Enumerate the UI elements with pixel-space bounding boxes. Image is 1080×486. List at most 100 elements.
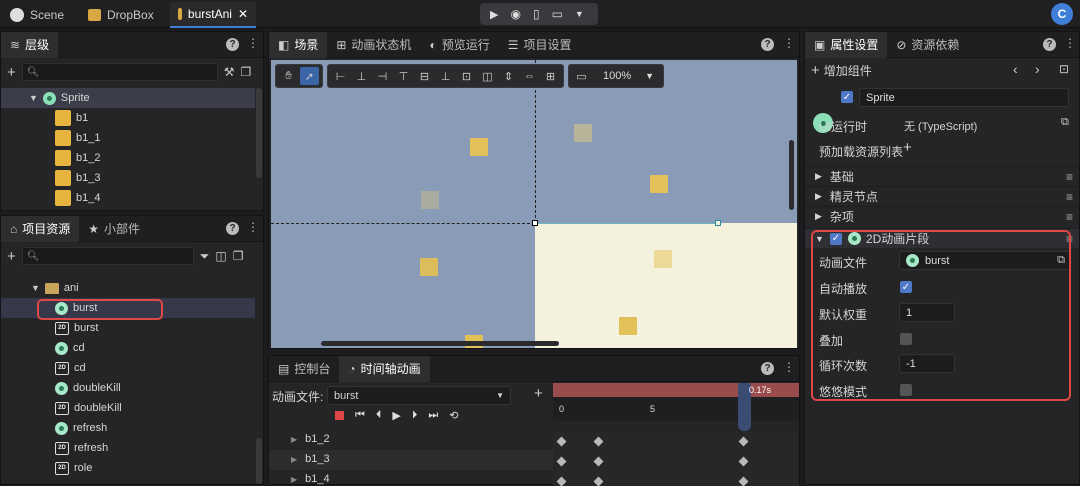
tree-item[interactable]: b1 [1,108,255,128]
asset-item[interactable]: 2D refresh [1,438,255,458]
tab-timeline[interactable]: ◔ 时间轴动画 [339,355,430,382]
section-basic[interactable]: ▶ 基础 ≡ [805,166,1079,186]
add-component-button[interactable]: + 增加组件 [811,62,872,79]
v-scrollbar[interactable] [789,140,794,210]
asset-item[interactable]: cd [1,338,255,358]
tab-scene-view[interactable]: ◧ 场景 [269,31,328,58]
sprite-b1-2[interactable] [650,175,668,193]
sprite-b1-3[interactable] [421,191,439,209]
tab-anim-state-machine[interactable]: ⊞ 动画状态机 [327,32,420,58]
record-icon[interactable] [335,411,344,420]
keyframe[interactable] [593,456,604,467]
asset-item[interactable]: doubleKill [1,378,255,398]
tree-item[interactable]: b1_3 [1,168,255,188]
copy-icon[interactable]: ❐ [241,65,252,79]
resize-handle[interactable] [715,220,721,226]
tree-item-folder-ani[interactable]: ▼ ani [1,278,255,298]
keyframe[interactable] [593,436,604,447]
hand-icon[interactable]: ✋︎ [279,67,298,85]
wrench-icon[interactable]: ⚒ [224,65,235,79]
align-top-icon[interactable]: ⊤ [394,67,413,85]
expand-arrow-icon[interactable]: ▼ [29,93,38,103]
sprite-b1-6[interactable] [619,317,637,335]
expand-arrow-icon[interactable]: ▶ [291,435,297,444]
play-icon[interactable]: ▶ [392,409,400,422]
help-icon[interactable]: ? [226,38,239,51]
chevron-down-icon[interactable]: ▼ [645,71,654,81]
ui-runtime-value[interactable]: 无 (TypeScript) [904,118,977,134]
keyframe[interactable] [556,456,567,467]
distribute-v-icon[interactable]: ⊡ [457,67,476,85]
asset-item[interactable]: 2D doubleKill [1,398,255,418]
back-icon[interactable]: ‹ [1013,61,1018,77]
tree-item[interactable]: b1_4 [1,188,255,208]
close-icon[interactable]: ✕ [238,7,248,21]
asset-item[interactable]: 2D burst [1,318,255,338]
globe-icon[interactable]: ◉ [510,7,520,21]
help-icon[interactable]: ? [761,38,774,51]
keyframe[interactable] [556,436,567,447]
add-icon[interactable]: + [903,139,912,156]
add-icon[interactable]: + [7,248,16,265]
tree-item[interactable]: b1_1 [1,128,255,148]
tab-burstani[interactable]: burstAni ✕ [170,2,256,28]
track-row[interactable]: ▶ b1_2 [291,433,330,445]
prev-frame-icon[interactable]: ⏴ [376,409,382,422]
assets-search-input[interactable]: 🔍︎ [21,247,194,265]
help-icon[interactable]: ? [226,222,239,235]
align-center-h-icon[interactable]: ⊥ [352,67,371,85]
fit-width-icon[interactable]: ⇔ [520,67,539,85]
open-file-icon[interactable]: ⧉ [1061,116,1069,129]
zoom-level[interactable]: 100% [603,70,631,82]
add-icon[interactable]: + [7,64,16,81]
tab-preview[interactable]: ◐ 预览运行 [420,32,498,58]
align-bottom-icon[interactable]: ⊥ [436,67,455,85]
chevron-down-icon[interactable]: ▼ [575,9,584,19]
copy-icon[interactable]: ❐ [233,249,244,263]
tree-item-sprite[interactable]: ▼ Sprite [1,88,255,108]
sprite-b1-4[interactable] [420,258,438,276]
expand-arrow-icon[interactable]: ▼ [31,283,40,293]
help-icon[interactable]: ? [1043,38,1056,51]
tab-dependencies[interactable]: ⊘ 资源依赖 [887,32,968,58]
node-name-input[interactable]: Sprite [859,88,1069,107]
tab-hierarchy[interactable]: ≋ 层级 [1,31,59,58]
last-frame-icon[interactable]: ⏭ [428,409,438,422]
tab-project-settings[interactable]: ☰ 项目设置 [499,32,581,58]
anchor-handle[interactable] [532,220,538,226]
keyframe-area[interactable] [553,432,799,486]
scrollbar[interactable] [256,438,262,484]
tab-widgets[interactable]: ★ 小部件 [79,216,149,242]
screen-icon[interactable]: ▭ [572,67,591,85]
loop-icon[interactable]: ⟲ [449,409,458,422]
tab-scene[interactable]: Scene [2,2,72,28]
menu-icon[interactable]: ⋮ [247,36,259,50]
align-right-icon[interactable]: ⊣ [373,67,392,85]
phone-icon[interactable]: ▯ [533,7,540,21]
menu-icon[interactable]: ≡ [1066,170,1073,184]
h-scrollbar[interactable] [321,341,559,346]
monitor-icon[interactable]: ▭ [552,7,563,21]
menu-icon[interactable]: ⋮ [247,220,259,234]
next-frame-icon[interactable]: ⏵ [412,409,418,422]
menu-icon[interactable]: ⋮ [1064,36,1076,50]
expand-arrow-icon[interactable]: ▶ [291,455,297,464]
asset-item[interactable]: 2D role [1,458,255,478]
track-row[interactable]: ▶ b1_3 [291,453,330,465]
lock-icon[interactable]: ⊡ [1059,62,1069,76]
help-icon[interactable]: ? [761,362,774,375]
sprite-b1-1[interactable] [574,124,592,142]
hierarchy-search-input[interactable]: 🔍︎ [21,63,218,81]
track-row[interactable]: ▶ b1_4 [291,473,330,485]
expand-arrow-icon[interactable]: ▶ [291,475,297,484]
keyframe[interactable] [738,456,749,467]
asset-item[interactable]: refresh [1,418,255,438]
align-left-icon[interactable]: ⊢ [331,67,350,85]
menu-icon[interactable]: ⋮ [783,360,795,374]
tab-project-assets[interactable]: ⌂ 项目资源 [1,215,80,242]
scrollbar[interactable] [256,88,262,178]
section-misc[interactable]: ▶ 杂项 ≡ [805,206,1079,226]
menu-icon[interactable]: ⋮ [783,36,795,50]
fit-height-icon[interactable]: ⇕ [499,67,518,85]
first-frame-icon[interactable]: ⏮ [355,409,365,422]
